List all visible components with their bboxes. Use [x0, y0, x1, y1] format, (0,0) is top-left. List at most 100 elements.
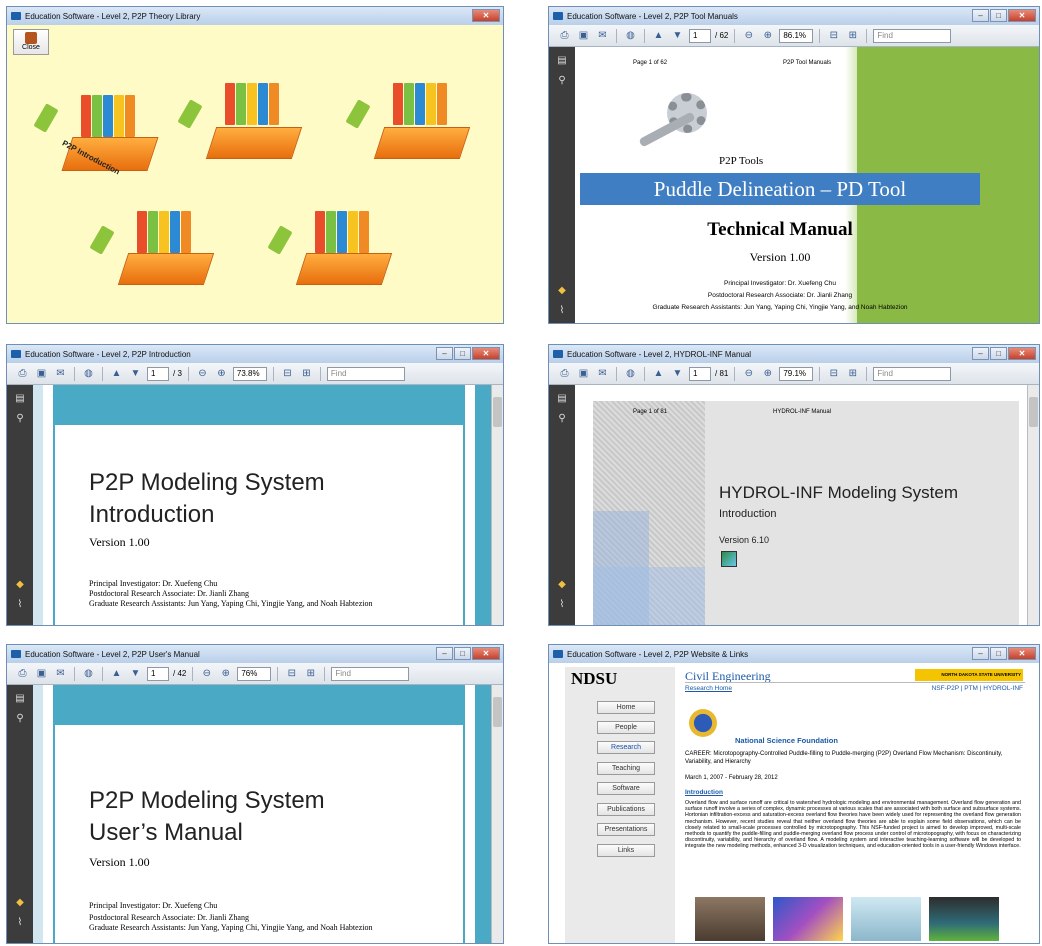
shelf-3[interactable]	[343, 77, 473, 167]
fit-width-icon[interactable]: ⊞	[845, 366, 860, 381]
comments-icon[interactable]: ◆	[555, 285, 569, 297]
nav-research[interactable]: Research	[597, 741, 655, 754]
maximize-button[interactable]: □	[454, 647, 471, 660]
globe-icon[interactable]: ◍	[623, 366, 638, 381]
page-number-input[interactable]: 1	[689, 28, 711, 43]
zoom-out-icon[interactable]: ⊖	[195, 366, 210, 381]
email-icon[interactable]: ✉	[53, 366, 68, 381]
zoom-select[interactable]: 79.1%	[779, 366, 814, 381]
page-number-input[interactable]: 1	[689, 366, 711, 381]
comments-icon[interactable]: ◆	[555, 579, 569, 591]
shelf-5[interactable]	[265, 205, 395, 295]
maximize-button[interactable]: □	[454, 347, 471, 360]
prev-page-icon[interactable]: ▲	[109, 666, 124, 681]
save-icon[interactable]: ▣	[34, 666, 49, 681]
vertical-scrollbar[interactable]	[491, 685, 503, 943]
close-window-button[interactable]: ✕	[472, 647, 500, 660]
pages-icon[interactable]: ▤	[13, 393, 27, 405]
pages-icon[interactable]: ▤	[555, 55, 569, 67]
print-icon[interactable]: ⎙	[15, 666, 30, 681]
nav-teaching[interactable]: Teaching	[597, 762, 655, 775]
fit-width-icon[interactable]: ⊞	[303, 666, 318, 681]
minimize-button[interactable]: –	[436, 647, 453, 660]
prev-page-icon[interactable]: ▲	[109, 366, 124, 381]
find-input[interactable]: Find	[873, 366, 952, 381]
find-input[interactable]: Find	[331, 666, 410, 681]
vertical-scrollbar[interactable]	[1027, 385, 1039, 625]
bookmarks-icon[interactable]: ⚲	[555, 413, 569, 425]
comments-icon[interactable]: ◆	[13, 579, 27, 591]
users-manual-titlebar[interactable]: Education Software - Level 2, P2P User's…	[7, 645, 503, 663]
email-icon[interactable]: ✉	[53, 666, 68, 681]
zoom-out-icon[interactable]: ⊖	[741, 366, 756, 381]
shelf-4[interactable]	[87, 205, 217, 295]
save-icon[interactable]: ▣	[576, 366, 591, 381]
close-window-button[interactable]: ✕	[1008, 347, 1036, 360]
email-icon[interactable]: ✉	[595, 28, 610, 43]
zoom-in-icon[interactable]: ⊕	[214, 366, 229, 381]
scroll-thumb[interactable]	[493, 697, 502, 727]
close-window-button[interactable]: ✕	[472, 347, 500, 360]
pages-icon[interactable]: ▤	[13, 693, 27, 705]
research-home-link[interactable]: Research Home	[685, 685, 732, 692]
globe-icon[interactable]: ◍	[81, 666, 96, 681]
minimize-button[interactable]: –	[972, 647, 989, 660]
print-icon[interactable]: ⎙	[557, 28, 572, 43]
zoom-out-icon[interactable]: ⊖	[741, 28, 756, 43]
close-button[interactable]: Close	[13, 29, 49, 55]
pages-icon[interactable]: ▤	[555, 393, 569, 405]
zoom-in-icon[interactable]: ⊕	[760, 366, 775, 381]
zoom-select[interactable]: 86.1%	[779, 28, 814, 43]
save-icon[interactable]: ▣	[34, 366, 49, 381]
library-titlebar[interactable]: Education Software - Level 2, P2P Theory…	[7, 7, 503, 25]
fit-page-icon[interactable]: ⊟	[280, 366, 295, 381]
shelf-p2p-introduction[interactable]: P2P Introduction	[31, 85, 161, 185]
fit-page-icon[interactable]: ⊟	[284, 666, 299, 681]
save-icon[interactable]: ▣	[576, 28, 591, 43]
nav-presentations[interactable]: Presentations	[597, 823, 655, 836]
scroll-thumb[interactable]	[1029, 397, 1038, 427]
nav-people[interactable]: People	[597, 721, 655, 734]
close-window-button[interactable]: ✕	[472, 9, 500, 22]
next-page-icon[interactable]: ▼	[670, 28, 685, 43]
bookmarks-icon[interactable]: ⚲	[13, 713, 27, 725]
vertical-scrollbar[interactable]	[491, 385, 503, 625]
maximize-button[interactable]: □	[990, 347, 1007, 360]
fit-width-icon[interactable]: ⊞	[845, 28, 860, 43]
zoom-select[interactable]: 76%	[237, 666, 272, 681]
tool-manual-titlebar[interactable]: Education Software - Level 2, P2P Tool M…	[549, 7, 1039, 25]
bookmarks-icon[interactable]: ⚲	[555, 75, 569, 87]
fit-page-icon[interactable]: ⊟	[826, 28, 841, 43]
introduction-titlebar[interactable]: Education Software - Level 2, P2P Introd…	[7, 345, 503, 363]
nav-software[interactable]: Software	[597, 782, 655, 795]
attachment-icon[interactable]: ⌇	[13, 917, 27, 929]
attachment-icon[interactable]: ⌇	[555, 599, 569, 611]
nav-home[interactable]: Home	[597, 701, 655, 714]
maximize-button[interactable]: □	[990, 647, 1007, 660]
globe-icon[interactable]: ◍	[81, 366, 96, 381]
prev-page-icon[interactable]: ▲	[651, 28, 666, 43]
page-number-input[interactable]: 1	[147, 366, 169, 381]
comments-icon[interactable]: ◆	[13, 897, 27, 909]
shelf-2[interactable]	[175, 77, 305, 167]
zoom-in-icon[interactable]: ⊕	[218, 666, 233, 681]
print-icon[interactable]: ⎙	[557, 366, 572, 381]
globe-icon[interactable]: ◍	[623, 28, 638, 43]
attachment-icon[interactable]: ⌇	[555, 305, 569, 317]
maximize-button[interactable]: □	[990, 9, 1007, 22]
nav-links[interactable]: Links	[597, 844, 655, 857]
top-links[interactable]: NSF-P2P | PTM | HYDROL-INF	[932, 685, 1023, 692]
fit-page-icon[interactable]: ⊟	[826, 366, 841, 381]
email-icon[interactable]: ✉	[595, 366, 610, 381]
page-number-input[interactable]: 1	[147, 666, 169, 681]
minimize-button[interactable]: –	[972, 9, 989, 22]
close-window-button[interactable]: ✕	[1008, 9, 1036, 22]
nav-publications[interactable]: Publications	[597, 803, 655, 816]
print-icon[interactable]: ⎙	[15, 366, 30, 381]
zoom-select[interactable]: 73.8%	[232, 366, 267, 381]
fit-width-icon[interactable]: ⊞	[299, 366, 314, 381]
next-page-icon[interactable]: ▼	[128, 366, 143, 381]
scroll-thumb[interactable]	[493, 397, 502, 427]
next-page-icon[interactable]: ▼	[670, 366, 685, 381]
hydrol-titlebar[interactable]: Education Software - Level 2, HYDROL-INF…	[549, 345, 1039, 363]
